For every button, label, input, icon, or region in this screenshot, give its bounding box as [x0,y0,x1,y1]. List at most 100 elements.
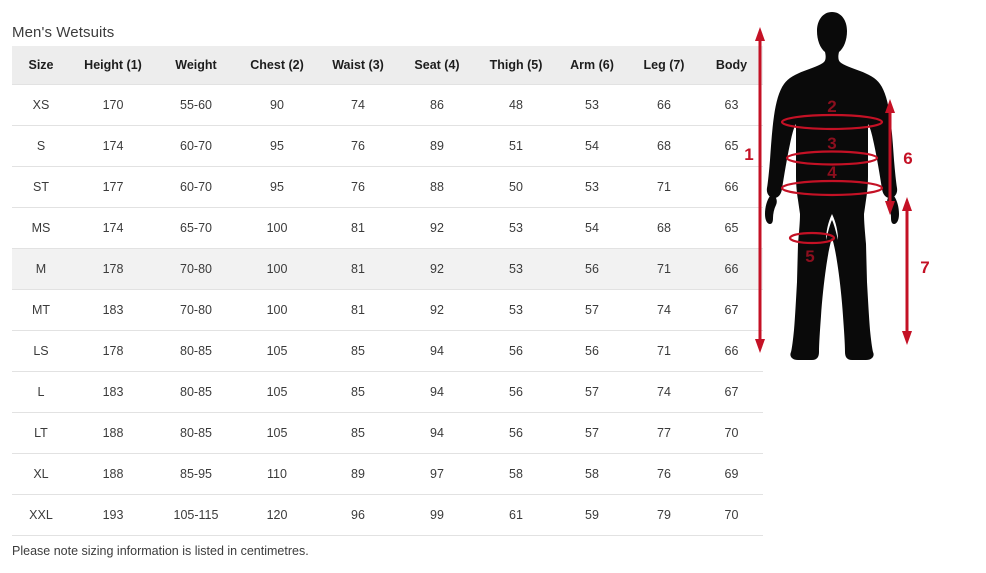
cell-thigh: 51 [476,125,556,167]
cell-seat: 92 [398,248,476,290]
cell-leg: 71 [628,166,700,208]
cell-arm: 57 [556,371,628,413]
cell-leg: 66 [628,84,700,126]
cell-waist: 81 [318,248,398,290]
cell-waist: 89 [318,453,398,495]
column-header-seat: Seat (4) [398,46,476,85]
marker-4-label: 4 [827,163,837,182]
cell-leg: 77 [628,412,700,454]
column-header-height: Height (1) [70,46,156,85]
cell-weight: 55-60 [156,84,236,126]
cell-thigh: 56 [476,412,556,454]
marker-7-leg: 7 [902,197,930,345]
cell-weight: 60-70 [156,166,236,208]
cell-chest: 105 [236,412,318,454]
cell-chest: 100 [236,207,318,249]
table-row: MS 174 65-70 100 81 92 53 54 68 65 [12,207,763,249]
cell-thigh: 53 [476,248,556,290]
cell-chest: 90 [236,84,318,126]
column-header-arm: Arm (6) [556,46,628,85]
cell-leg: 71 [628,330,700,372]
cell-thigh: 53 [476,207,556,249]
cell-arm: 56 [556,330,628,372]
column-header-weight: Weight [156,46,236,85]
cell-height: 178 [70,330,156,372]
cell-chest: 95 [236,125,318,167]
cell-thigh: 58 [476,453,556,495]
cell-waist: 96 [318,494,398,536]
marker-1-height: 1 [744,27,765,353]
cell-arm: 57 [556,289,628,331]
table-row: S 174 60-70 95 76 89 51 54 68 65 [12,125,763,167]
table-row: M 178 70-80 100 81 92 53 56 71 66 [12,248,763,290]
cell-weight: 85-95 [156,453,236,495]
table-row: LS 178 80-85 105 85 94 56 56 71 66 [12,330,763,372]
sizing-units-note: Please note sizing information is listed… [12,544,309,558]
cell-size: XL [12,453,70,495]
cell-arm: 54 [556,125,628,167]
cell-weight: 80-85 [156,330,236,372]
cell-weight: 80-85 [156,371,236,413]
cell-seat: 92 [398,207,476,249]
cell-size: L [12,371,70,413]
cell-arm: 56 [556,248,628,290]
cell-thigh: 56 [476,330,556,372]
column-header-waist: Waist (3) [318,46,398,85]
cell-arm: 59 [556,494,628,536]
cell-height: 183 [70,289,156,331]
cell-height: 188 [70,412,156,454]
table-row: XS 170 55-60 90 74 86 48 53 66 63 [12,84,763,126]
cell-size: XS [12,84,70,126]
marker-6-label: 6 [903,149,912,168]
cell-weight: 80-85 [156,412,236,454]
cell-weight: 65-70 [156,207,236,249]
cell-weight: 105-115 [156,494,236,536]
cell-leg: 74 [628,371,700,413]
cell-chest: 100 [236,289,318,331]
cell-leg: 68 [628,207,700,249]
cell-height: 183 [70,371,156,413]
cell-chest: 105 [236,330,318,372]
cell-thigh: 50 [476,166,556,208]
table-row: L 183 80-85 105 85 94 56 57 74 67 [12,371,763,413]
column-header-thigh: Thigh (5) [476,46,556,85]
cell-seat: 89 [398,125,476,167]
column-header-size: Size [12,46,70,85]
body-measurement-diagram-icon: 1 2 3 4 5 6 7 [744,12,930,360]
cell-seat: 86 [398,84,476,126]
cell-height: 193 [70,494,156,536]
table-row: MT 183 70-80 100 81 92 53 57 74 67 [12,289,763,331]
cell-height: 178 [70,248,156,290]
table-row: XL 188 85-95 110 89 97 58 58 76 69 [12,453,763,495]
cell-arm: 57 [556,412,628,454]
marker-2-label: 2 [827,97,836,116]
size-chart-panel: Men's Wetsuits Size Height (1) Weight Chest… [0,0,763,573]
cell-waist: 81 [318,289,398,331]
marker-7-label: 7 [920,258,929,277]
cell-seat: 99 [398,494,476,536]
cell-chest: 95 [236,166,318,208]
page-title: Men's Wetsuits [12,24,115,41]
cell-size: S [12,125,70,167]
cell-chest: 105 [236,371,318,413]
cell-seat: 97 [398,453,476,495]
marker-1-label: 1 [744,145,753,164]
cell-waist: 76 [318,125,398,167]
cell-size: MT [12,289,70,331]
marker-3-label: 3 [827,134,836,153]
cell-thigh: 48 [476,84,556,126]
cell-chest: 110 [236,453,318,495]
table-row: LT 188 80-85 105 85 94 56 57 77 70 [12,412,763,454]
cell-waist: 74 [318,84,398,126]
cell-size: M [12,248,70,290]
cell-leg: 68 [628,125,700,167]
cell-waist: 76 [318,166,398,208]
cell-weight: 70-80 [156,248,236,290]
cell-height: 188 [70,453,156,495]
cell-arm: 54 [556,207,628,249]
table-row: ST 177 60-70 95 76 88 50 53 71 66 [12,166,763,208]
table-row: XXL 193 105-115 120 96 99 61 59 79 70 [12,494,763,536]
column-header-chest: Chest (2) [236,46,318,85]
cell-leg: 76 [628,453,700,495]
cell-weight: 70-80 [156,289,236,331]
